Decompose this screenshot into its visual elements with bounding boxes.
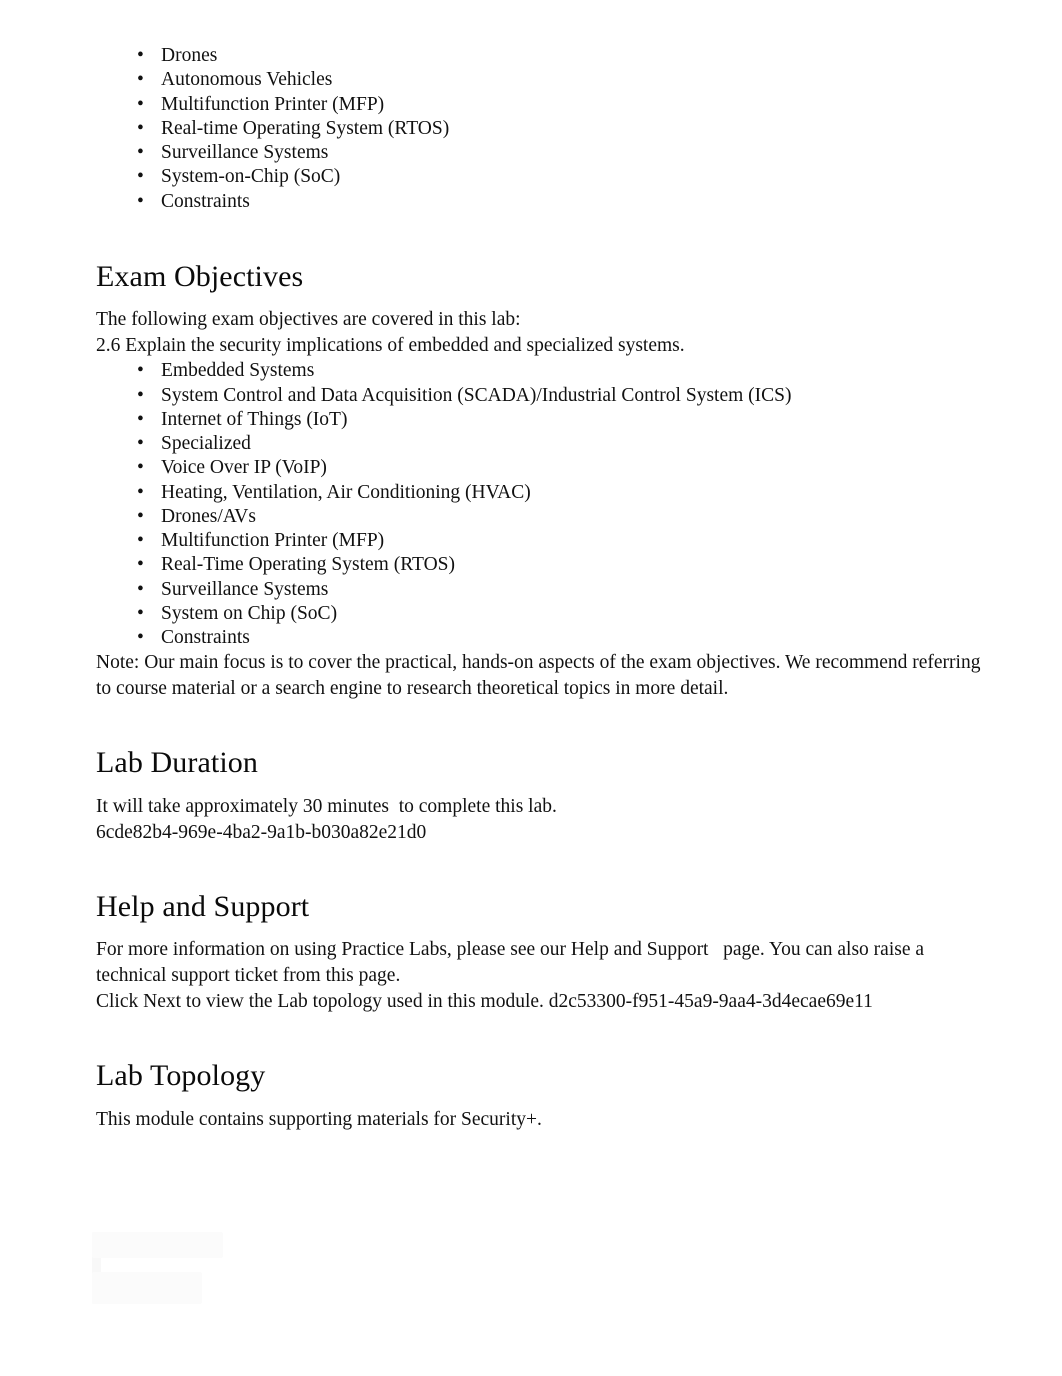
bullet-icon: • bbox=[137, 408, 144, 430]
list-item: • Heating, Ventilation, Air Conditioning… bbox=[96, 481, 992, 505]
bullet-icon: • bbox=[137, 457, 144, 479]
bullet-icon: • bbox=[137, 433, 144, 455]
list-item-label: Voice Over IP (VoIP) bbox=[161, 457, 327, 479]
list-item-label: Heating, Ventilation, Air Conditioning (… bbox=[161, 481, 531, 503]
bullet-icon: • bbox=[137, 142, 144, 164]
list-item-label: Real-time Operating System (RTOS) bbox=[161, 117, 450, 139]
exam-objectives-bullet-list: • Embedded Systems • System Control and … bbox=[96, 359, 992, 650]
placeholder-block-upper bbox=[92, 1232, 223, 1258]
image-placeholder-area bbox=[92, 1228, 352, 1328]
bullet-icon: • bbox=[137, 530, 144, 552]
lab-duration-text: It will take approximately 30 minutes to… bbox=[96, 795, 557, 817]
list-item: • Embedded Systems bbox=[96, 359, 992, 383]
list-item-label: Multifunction Printer (MFP) bbox=[161, 93, 385, 115]
exam-objectives-intro: The following exam objectives are covere… bbox=[96, 309, 521, 331]
list-item-label: System-on-Chip (SoC) bbox=[161, 166, 341, 188]
exam-objectives-heading-block: Exam Objectives bbox=[96, 260, 992, 294]
list-item: • Multifunction Printer (MFP) bbox=[96, 529, 992, 553]
page-title-lab-topology: Lab Topology bbox=[96, 1059, 266, 1093]
bullet-icon: • bbox=[137, 627, 144, 649]
list-item: • Voice Over IP (VoIP) bbox=[96, 456, 992, 480]
list-item: • Constraints bbox=[96, 190, 992, 214]
exam-objective-2-6: 2.6 Explain the security implications of… bbox=[96, 335, 685, 357]
list-item-label: Real-Time Operating System (RTOS) bbox=[161, 554, 456, 576]
page-title-help-and-support: Help and Support bbox=[96, 889, 310, 923]
bullet-icon: • bbox=[137, 602, 144, 624]
bullet-icon: • bbox=[137, 578, 144, 600]
list-item: • Drones bbox=[96, 44, 992, 68]
document-content: • Drones • Autonomous Vehicles • Multifu… bbox=[96, 44, 992, 1133]
top-bullet-list: • Drones • Autonomous Vehicles • Multifu… bbox=[96, 44, 992, 214]
list-item-label: Autonomous Vehicles bbox=[161, 69, 333, 91]
list-item: • Surveillance Systems bbox=[96, 141, 992, 165]
list-item-label: System on Chip (SoC) bbox=[161, 602, 338, 624]
list-item: • Specialized bbox=[96, 432, 992, 456]
list-item-label: Drones bbox=[161, 45, 218, 66]
list-item-label: Surveillance Systems bbox=[161, 142, 329, 164]
list-item-label: Specialized bbox=[161, 433, 251, 455]
bullet-icon: • bbox=[137, 190, 144, 212]
placeholder-block-lower bbox=[92, 1272, 202, 1304]
list-item: • Real-Time Operating System (RTOS) bbox=[96, 553, 992, 577]
lab-topology-text: This module contains supporting material… bbox=[96, 1108, 542, 1130]
list-item: • System Control and Data Acquisition (S… bbox=[96, 384, 992, 408]
exam-objectives-note: Note: Our main focus is to cover the pra… bbox=[96, 652, 986, 700]
page-title-exam-objectives: Exam Objectives bbox=[96, 259, 304, 293]
list-item: • Autonomous Vehicles bbox=[96, 68, 992, 92]
list-item: • System on Chip (SoC) bbox=[96, 602, 992, 626]
list-item-label: Constraints bbox=[161, 190, 250, 212]
page-title-lab-duration: Lab Duration bbox=[96, 746, 258, 780]
help-and-support-heading-block: Help and Support bbox=[96, 890, 992, 924]
lab-topology-heading-block: Lab Topology bbox=[96, 1059, 992, 1093]
list-item: • Real-time Operating System (RTOS) bbox=[96, 117, 992, 141]
bullet-icon: • bbox=[137, 360, 144, 382]
document-page: • Drones • Autonomous Vehicles • Multifu… bbox=[0, 0, 1062, 1376]
bullet-icon: • bbox=[137, 554, 144, 576]
list-item-label: Drones/AVs bbox=[161, 505, 256, 527]
list-item-label: Embedded Systems bbox=[161, 360, 315, 382]
list-item: • Drones/AVs bbox=[96, 505, 992, 529]
bullet-icon: • bbox=[137, 93, 144, 115]
list-item: • Multifunction Printer (MFP) bbox=[96, 93, 992, 117]
list-item: • Constraints bbox=[96, 626, 992, 650]
bullet-icon: • bbox=[137, 117, 144, 139]
lab-duration-identifier: 6cde82b4-969e-4ba2-9a1b-b030a82e21d0 bbox=[96, 821, 427, 843]
bullet-icon: • bbox=[137, 69, 144, 91]
list-item-label: Multifunction Printer (MFP) bbox=[161, 530, 385, 552]
bullet-icon: • bbox=[137, 166, 144, 188]
list-item: • Surveillance Systems bbox=[96, 578, 992, 602]
lab-duration-heading-block: Lab Duration bbox=[96, 746, 992, 780]
click-next-line: Click Next to view the Lab topology used… bbox=[96, 991, 873, 1013]
bullet-icon: • bbox=[137, 505, 144, 527]
list-item-label: Constraints bbox=[161, 627, 250, 649]
list-item-label: Internet of Things (IoT) bbox=[161, 408, 348, 430]
bullet-icon: • bbox=[137, 384, 144, 406]
list-item-label: Surveillance Systems bbox=[161, 578, 329, 600]
list-item: • Internet of Things (IoT) bbox=[96, 408, 992, 432]
list-item-label: System Control and Data Acquisition (SCA… bbox=[161, 384, 792, 406]
bullet-icon: • bbox=[137, 45, 144, 66]
help-and-support-paragraph: For more information on using Practice L… bbox=[96, 939, 929, 987]
list-item: • System-on-Chip (SoC) bbox=[96, 165, 992, 189]
bullet-icon: • bbox=[137, 481, 144, 503]
